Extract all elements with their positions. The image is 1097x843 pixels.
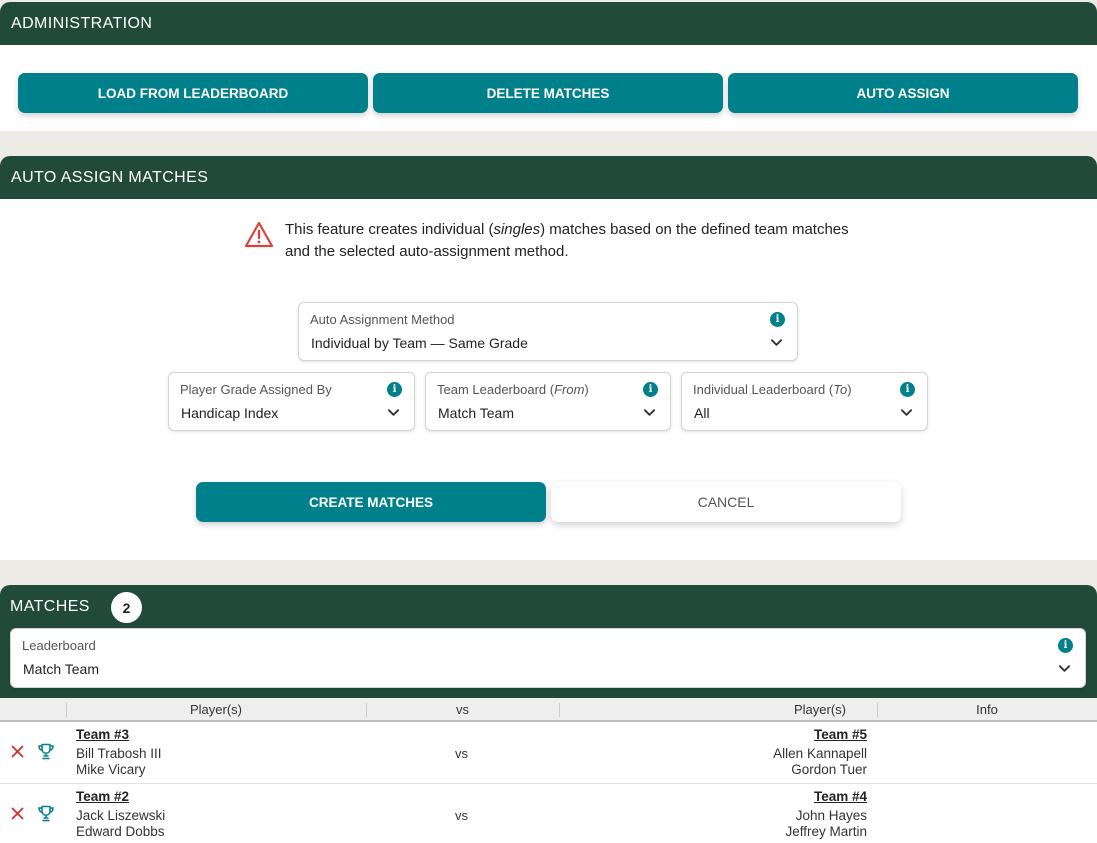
player-name: Gordon Tuer (791, 762, 867, 777)
load-from-leaderboard-button[interactable]: LOAD FROM LEADERBOARD (18, 73, 368, 113)
matches-count-badge: 2 (111, 592, 142, 623)
field-label: Player Grade Assigned By (180, 382, 332, 397)
trophy-icon[interactable] (37, 805, 55, 822)
field-value: All (694, 405, 710, 421)
team-right-link[interactable]: Team #4 (814, 789, 867, 804)
chevron-down-icon (1058, 665, 1071, 672)
notice-text: This feature creates individual (singles… (285, 221, 849, 260)
player-name: John Hayes (795, 808, 867, 823)
player-name: Bill Trabosh III (76, 746, 162, 761)
chevron-down-icon (770, 339, 783, 346)
auto-assignment-method-select[interactable]: Auto Assignment Method i Individual by T… (298, 302, 798, 361)
matches-panel: MATCHES 2 Leaderboard i Match Team (0, 585, 1097, 698)
player-name: Jack Liszewski (76, 808, 166, 823)
field-value: Individual by Team — Same Grade (311, 335, 528, 351)
delete-matches-button[interactable]: DELETE MATCHES (373, 73, 723, 113)
auto-assign-header: AUTO ASSIGN MATCHES (0, 156, 1097, 199)
vs-label: vs (455, 808, 468, 823)
auto-assign-panel: This feature creates individual (singles… (0, 199, 1097, 560)
field-value: Match Team (23, 661, 99, 677)
column-header-vs[interactable]: vs (366, 702, 559, 717)
administration-header: ADMINISTRATION (0, 2, 1097, 45)
player-name: Allen Kannapell (773, 746, 867, 761)
chevron-down-icon (900, 409, 913, 416)
warning-triangle-icon (244, 221, 274, 248)
field-value: Handicap Index (181, 405, 279, 421)
administration-panel: LOAD FROM LEADERBOARD DELETE MATCHES AUT… (0, 45, 1097, 131)
vs-label: vs (455, 746, 468, 761)
chevron-down-icon (643, 409, 656, 416)
matches-title: MATCHES (10, 598, 90, 615)
info-icon[interactable]: i (1058, 638, 1073, 653)
auto-assign-button[interactable]: AUTO ASSIGN (728, 73, 1078, 113)
player-grade-select[interactable]: Player Grade Assigned By i Handicap Inde… (168, 372, 415, 431)
column-header-players-right[interactable]: Player(s) (559, 702, 877, 717)
table-row: Team #3 Bill Trabosh III Mike Vicary vs … (0, 722, 1097, 784)
matches-table-body: Team #3 Bill Trabosh III Mike Vicary vs … (0, 722, 1097, 843)
team-left-link[interactable]: Team #2 (76, 789, 129, 804)
field-value: Match Team (438, 405, 514, 421)
team-leaderboard-select[interactable]: Team Leaderboard (From) i Match Team (425, 372, 671, 431)
player-name: Edward Dobbs (76, 824, 165, 839)
field-label: Individual Leaderboard (To) (693, 382, 852, 397)
info-icon[interactable]: i (643, 382, 658, 397)
info-icon[interactable]: i (770, 312, 785, 327)
close-icon[interactable] (11, 807, 24, 820)
trophy-icon[interactable] (37, 743, 55, 760)
field-label: Team Leaderboard (From) (437, 382, 589, 397)
field-label: Auto Assignment Method (310, 312, 455, 327)
table-row: Team #2 Jack Liszewski Edward Dobbs vs T… (0, 784, 1097, 843)
team-right-link[interactable]: Team #5 (814, 727, 867, 742)
administration-title: ADMINISTRATION (11, 14, 153, 32)
close-icon[interactable] (11, 745, 24, 758)
field-label: Leaderboard (22, 638, 96, 653)
cancel-button[interactable]: CANCEL (551, 482, 901, 522)
matches-table-header: Player(s) vs Player(s) Info (0, 698, 1097, 722)
player-name: Jeffrey Martin (785, 824, 867, 839)
create-matches-button[interactable]: CREATE MATCHES (196, 482, 546, 522)
info-icon[interactable]: i (387, 382, 402, 397)
leaderboard-select[interactable]: Leaderboard i Match Team (10, 628, 1086, 688)
column-header-players-left[interactable]: Player(s) (66, 702, 366, 717)
team-left-link[interactable]: Team #3 (76, 727, 129, 742)
individual-leaderboard-select[interactable]: Individual Leaderboard (To) i All (681, 372, 928, 431)
auto-assign-title: AUTO ASSIGN MATCHES (11, 168, 209, 186)
player-name: Mike Vicary (76, 762, 146, 777)
info-icon[interactable]: i (900, 382, 915, 397)
column-header-info[interactable]: Info (877, 702, 1097, 717)
chevron-down-icon (387, 409, 400, 416)
feature-notice: This feature creates individual (singles… (244, 219, 864, 263)
